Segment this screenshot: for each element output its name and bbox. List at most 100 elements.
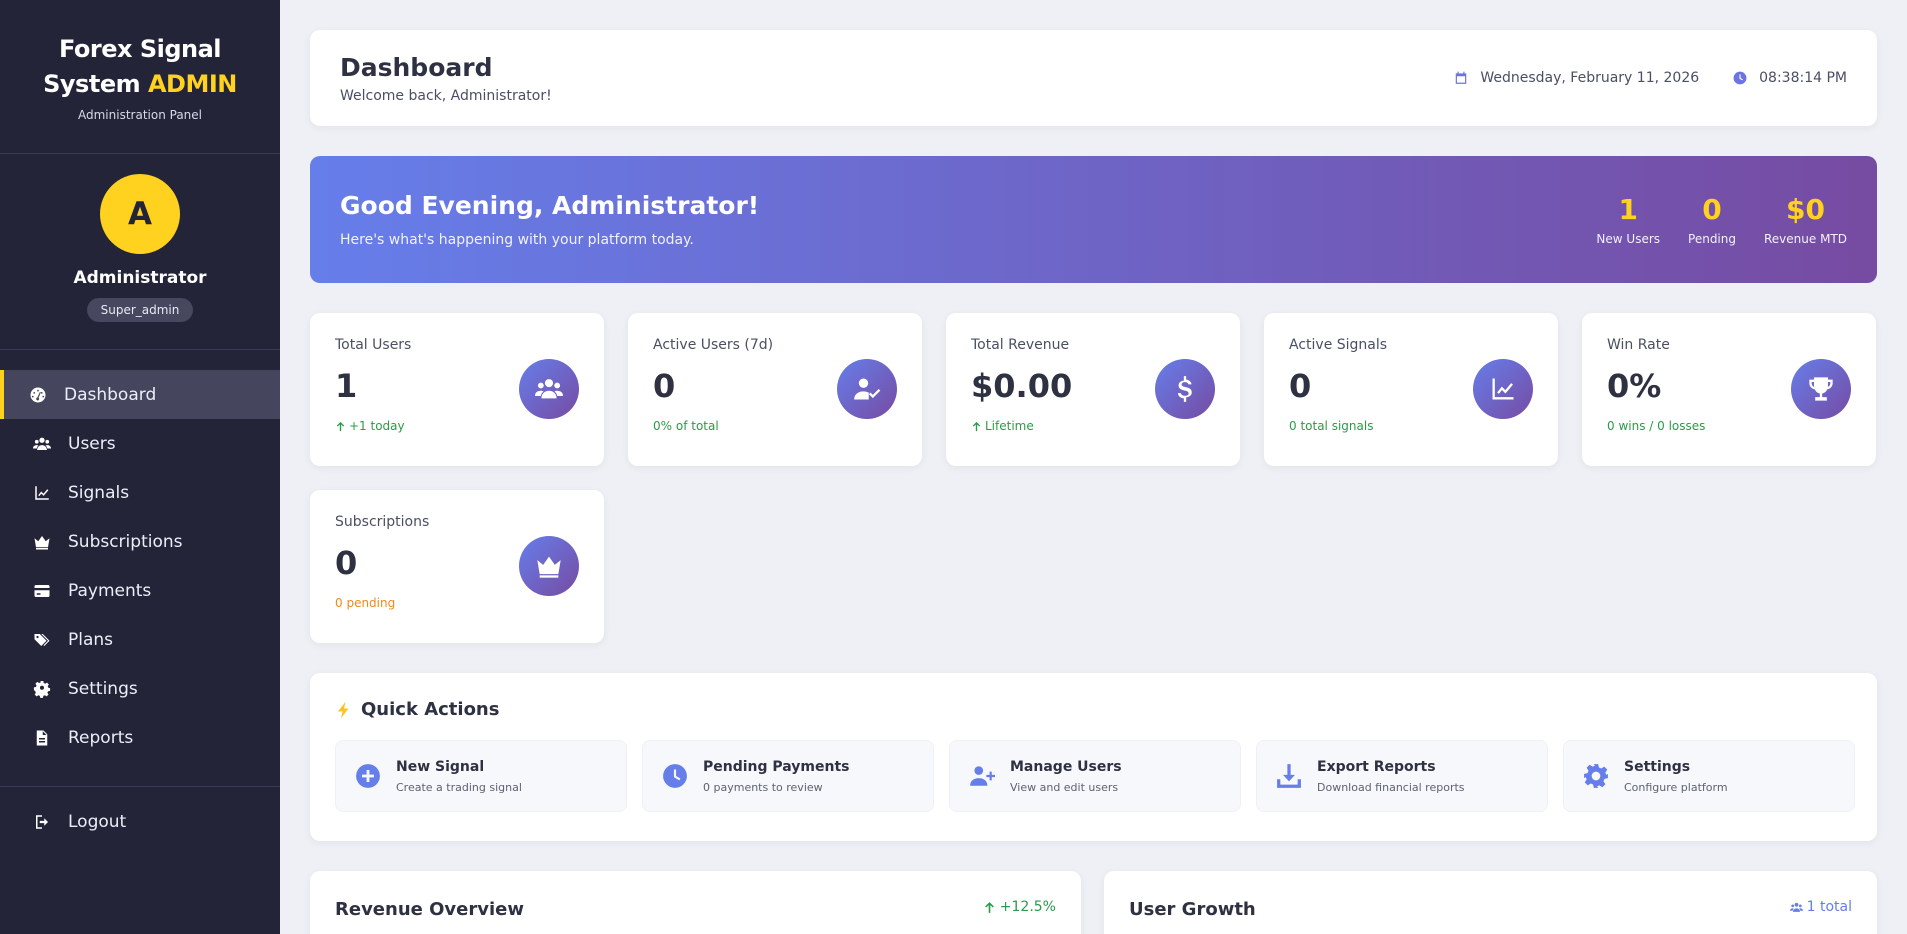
users-icon <box>519 359 579 419</box>
user-check-icon <box>837 359 897 419</box>
action-pending-payments[interactable]: Pending Payments 0 payments to review <box>642 740 934 812</box>
welcome-banner: Good Evening, Administrator! Here's what… <box>310 156 1877 283</box>
stat-card-active-signals: Active Signals 0 0 total signals <box>1264 313 1558 466</box>
user-plus-icon <box>968 762 996 790</box>
stat-card-active-users: Active Users (7d) 0 0% of total <box>628 313 922 466</box>
stat-label: Total Users <box>335 337 412 353</box>
sidebar-item-label: Dashboard <box>64 384 157 405</box>
user-growth-panel: User Growth 1 total <box>1104 871 1877 934</box>
panel-title: User Growth <box>1129 899 1256 920</box>
credit-card-icon <box>32 581 52 601</box>
trophy-icon <box>1791 359 1851 419</box>
stat-card-total-users: Total Users 1 +1 today <box>310 313 604 466</box>
quick-actions-list: New Signal Create a trading signal Pendi… <box>335 740 1855 812</box>
arrow-up-icon <box>336 421 345 431</box>
logout-button[interactable]: Logout <box>0 797 280 846</box>
stat-label: Active Signals <box>1289 337 1388 353</box>
banner-stat-value: $0 <box>1786 193 1825 226</box>
revenue-overview-panel: Revenue Overview +12.5% <box>310 871 1081 934</box>
welcome-text: Welcome back, Administrator! <box>340 87 552 104</box>
banner-greeting: Good Evening, Administrator! <box>340 191 760 220</box>
stat-note-text: +1 today <box>349 419 405 433</box>
arrow-up-icon <box>984 901 994 913</box>
page-title: Dashboard <box>340 52 493 82</box>
gear-icon <box>32 679 52 699</box>
download-icon <box>1275 762 1303 790</box>
crown-icon <box>32 532 52 552</box>
action-title: Pending Payments <box>703 758 850 775</box>
brand: Forex Signal System ADMIN Administration… <box>0 0 280 154</box>
stat-label: Active Users (7d) <box>653 337 774 353</box>
banner-stat-new-users: 1 New Users <box>1596 193 1660 246</box>
banner-stat-value: 1 <box>1618 193 1638 226</box>
gauge-icon <box>28 385 48 405</box>
calendar-icon <box>1456 71 1467 84</box>
stat-label: Subscriptions <box>335 514 430 530</box>
action-title: Settings <box>1624 758 1691 775</box>
sidebar-item-payments[interactable]: Payments <box>0 566 280 615</box>
banner-stat-label: Revenue MTD <box>1764 232 1847 246</box>
action-settings[interactable]: Settings Configure platform <box>1563 740 1855 812</box>
avatar: A <box>100 174 180 254</box>
action-new-signal[interactable]: New Signal Create a trading signal <box>335 740 627 812</box>
bottom-panels: Revenue Overview +12.5% User Growth 1 to… <box>310 871 1877 934</box>
chart-line-icon <box>1473 359 1533 419</box>
quick-actions-title-text: Quick Actions <box>361 699 500 720</box>
quick-actions-title: Quick Actions <box>335 699 1852 720</box>
banner-stat-value: 0 <box>1702 193 1722 226</box>
gear-icon <box>1582 762 1610 790</box>
stat-card-win-rate: Win Rate 0% 0 wins / 0 losses <box>1582 313 1876 466</box>
action-manage-users[interactable]: Manage Users View and edit users <box>949 740 1241 812</box>
stat-note: 0 wins / 0 losses <box>1607 419 1706 433</box>
sidebar-item-label: Payments <box>68 580 152 601</box>
sidebar-item-plans[interactable]: Plans <box>0 615 280 664</box>
action-title: New Signal <box>396 758 485 775</box>
current-date: Wednesday, February 11, 2026 <box>1480 70 1700 86</box>
sidebar-item-subscriptions[interactable]: Subscriptions <box>0 517 280 566</box>
brand-title: Forex Signal System ADMIN <box>0 32 280 102</box>
users-icon <box>32 434 52 454</box>
sidebar-item-reports[interactable]: Reports <box>0 713 280 762</box>
brand-title-line1: Forex Signal <box>58 35 222 63</box>
bolt-icon <box>338 701 349 718</box>
main-content: Dashboard Welcome back, Administrator! W… <box>280 0 1907 934</box>
stat-card-total-revenue: Total Revenue $0.00 Lifetime <box>946 313 1240 466</box>
stat-label: Win Rate <box>1607 337 1670 353</box>
header-meta: Wednesday, February 11, 2026 08:38:14 PM <box>1420 70 1847 86</box>
date-display: Wednesday, February 11, 2026 <box>1454 70 1699 86</box>
logout-icon <box>32 812 52 832</box>
quick-actions: Quick Actions New Signal Create a tradin… <box>310 673 1877 841</box>
banner-subtitle: Here's what's happening with your platfo… <box>340 232 694 248</box>
profile: A Administrator Super_admin <box>0 154 280 350</box>
clock-icon <box>661 762 689 790</box>
revenue-change-text: +12.5% <box>999 899 1056 915</box>
sidebar-item-label: Reports <box>68 727 134 748</box>
user-total-text: 1 total <box>1806 899 1852 915</box>
action-desc: View and edit users <box>1010 780 1119 794</box>
banner-stats: 1 New Users 0 Pending $0 Revenue MTD <box>1568 193 1847 246</box>
sidebar-item-signals[interactable]: Signals <box>0 468 280 517</box>
user-total-badge: 1 total <box>1789 899 1852 915</box>
file-icon <box>32 728 52 748</box>
sidebar-item-settings[interactable]: Settings <box>0 664 280 713</box>
action-export-reports[interactable]: Export Reports Download financial report… <box>1256 740 1548 812</box>
current-time: 08:38:14 PM <box>1759 70 1847 86</box>
brand-title-accent: ADMIN <box>147 70 237 98</box>
banner-stat-pending: 0 Pending <box>1688 193 1736 246</box>
stat-note: 0 pending <box>335 596 396 610</box>
users-icon <box>1789 902 1803 912</box>
stat-note: +1 today <box>335 419 579 433</box>
time-display: 08:38:14 PM <box>1733 70 1847 86</box>
stat-note: 0 total signals <box>1289 419 1374 433</box>
nav-divider: Logout <box>0 786 280 846</box>
sidebar-item-label: Plans <box>68 629 114 650</box>
sidebar-item-users[interactable]: Users <box>0 419 280 468</box>
panel-title: Revenue Overview <box>335 899 524 920</box>
chart-line-icon <box>32 483 52 503</box>
action-desc: Download financial reports <box>1317 780 1465 794</box>
action-desc: Configure platform <box>1624 780 1728 794</box>
sidebar-item-label: Users <box>68 433 116 454</box>
sidebar: Forex Signal System ADMIN Administration… <box>0 0 280 934</box>
brand-subtitle: Administration Panel <box>78 108 202 122</box>
sidebar-item-dashboard[interactable]: Dashboard <box>0 370 280 419</box>
